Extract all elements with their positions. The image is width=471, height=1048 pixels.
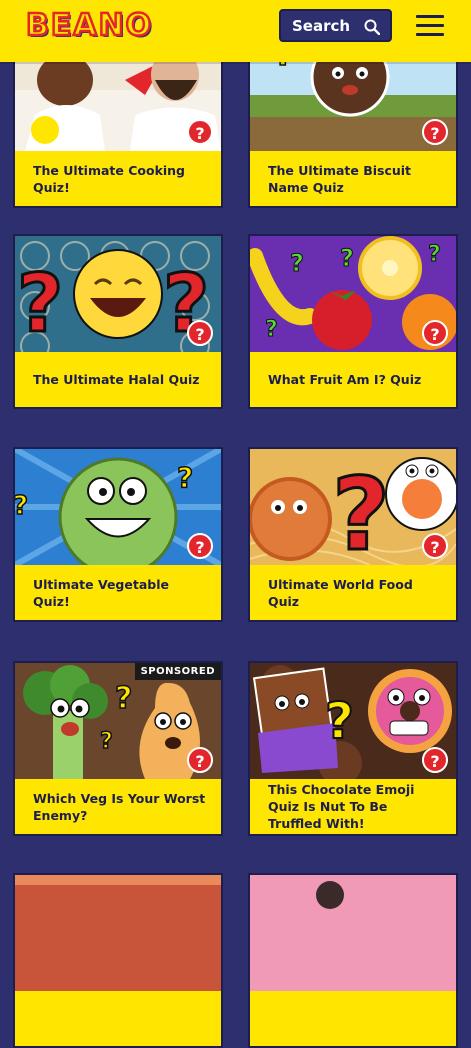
site-header: BEANO Search bbox=[0, 0, 471, 62]
quiz-thumbnail: ? ? ? ? ? bbox=[250, 236, 456, 352]
beano-logo[interactable]: BEANO bbox=[25, 7, 153, 45]
svg-text:?: ? bbox=[265, 317, 278, 342]
svg-text:?: ? bbox=[17, 257, 63, 350]
quiz-card-fruit[interactable]: ? ? ? ? ? What Fruit Am I? Quiz bbox=[248, 234, 458, 409]
svg-text:?: ? bbox=[115, 681, 132, 716]
search-label: Search bbox=[292, 17, 351, 35]
quiz-badge-icon: ? bbox=[422, 119, 448, 145]
svg-text:?: ? bbox=[15, 491, 28, 521]
quiz-title: Ultimate Vegetable Quiz! bbox=[33, 576, 169, 609]
sponsored-badge: SPONSORED bbox=[134, 663, 221, 680]
quiz-title: The Ultimate Cooking Quiz! bbox=[33, 162, 186, 195]
quiz-badge-icon: ? bbox=[422, 320, 448, 346]
svg-text:?: ? bbox=[325, 692, 354, 750]
quiz-badge-icon: ? bbox=[422, 747, 448, 773]
quiz-thumbnail bbox=[15, 875, 221, 991]
svg-text:?: ? bbox=[340, 244, 354, 272]
quiz-title: The Ultimate Halal Quiz bbox=[33, 372, 200, 387]
quiz-card-partial-right[interactable] bbox=[248, 873, 458, 1048]
svg-text:?: ? bbox=[177, 461, 193, 494]
quiz-card-chocolate-emoji[interactable]: ? ? This Chocolate Emoji Quiz Is Nut To … bbox=[248, 661, 458, 836]
quiz-badge-icon: ? bbox=[187, 747, 213, 773]
quiz-title: Ultimate World Food Quiz bbox=[268, 576, 413, 609]
quiz-card-partial-left[interactable] bbox=[13, 873, 223, 1048]
quiz-title: Which Veg Is Your Worst Enemy? bbox=[33, 790, 206, 823]
quiz-title: The Ultimate Biscuit Name Quiz bbox=[268, 162, 412, 195]
quiz-thumbnail: ? ? SPONSORED ? bbox=[15, 663, 221, 779]
search-icon bbox=[364, 19, 380, 35]
quiz-card-veg-enemy[interactable]: ? ? SPONSORED ? Which Veg Is Your Worst … bbox=[13, 661, 223, 836]
quiz-card-halal[interactable]: ? ? ? The Ultimate Halal Quiz bbox=[13, 234, 223, 409]
quiz-title: What Fruit Am I? Quiz bbox=[268, 372, 422, 387]
hamburger-menu-icon[interactable] bbox=[416, 15, 444, 37]
quiz-badge-icon: ? bbox=[187, 533, 213, 559]
quiz-card-vegetable[interactable]: ? ? ? Ultimate Vegetable Quiz! bbox=[13, 447, 223, 622]
svg-text:?: ? bbox=[428, 242, 441, 267]
svg-text:?: ? bbox=[332, 456, 390, 565]
quiz-thumbnail: ? ? ? bbox=[15, 449, 221, 565]
quiz-title: This Chocolate Emoji Quiz Is Nut To Be T… bbox=[268, 782, 415, 831]
quiz-badge-icon: ? bbox=[187, 119, 213, 145]
quiz-badge-icon: ? bbox=[422, 533, 448, 559]
svg-text:?: ? bbox=[290, 249, 304, 277]
quiz-thumbnail: ? ? bbox=[250, 663, 456, 779]
quiz-badge-icon: ? bbox=[187, 320, 213, 346]
quiz-thumbnail: ? ? ? bbox=[15, 236, 221, 352]
quiz-thumbnail bbox=[250, 875, 456, 991]
svg-text:?: ? bbox=[100, 729, 113, 754]
quiz-card-world-food[interactable]: ? ? Ultimate World Food Quiz bbox=[248, 447, 458, 622]
quiz-thumbnail: ? ? bbox=[250, 449, 456, 565]
search-button[interactable]: Search bbox=[279, 9, 392, 42]
